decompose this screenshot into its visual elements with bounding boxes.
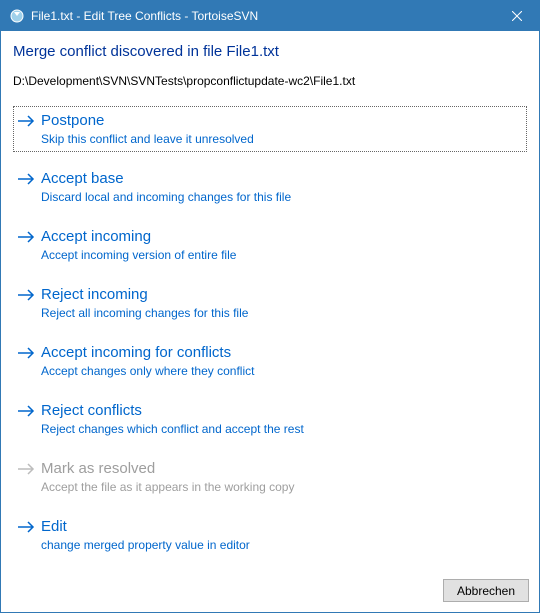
option-title: Accept incoming xyxy=(41,228,523,246)
arrow-right-icon xyxy=(17,520,37,537)
option-desc: Accept incoming version of entire file xyxy=(41,248,523,262)
window-title: File1.txt - Edit Tree Conflicts - Tortoi… xyxy=(31,9,494,23)
option-accept-base[interactable]: Accept base Discard local and incoming ch… xyxy=(13,164,527,210)
option-title: Mark as resolved xyxy=(41,460,523,478)
option-text: Postpone Skip this conflict and leave it … xyxy=(41,112,523,146)
page-heading: Merge conflict discovered in file File1.… xyxy=(13,43,527,60)
file-path: D:\Development\SVN\SVNTests\propconflict… xyxy=(13,74,527,88)
option-postpone[interactable]: Postpone Skip this conflict and leave it … xyxy=(13,106,527,152)
close-button[interactable] xyxy=(494,1,539,31)
option-text: Accept base Discard local and incoming ch… xyxy=(41,170,523,204)
option-desc: Skip this conflict and leave it unresolv… xyxy=(41,132,523,146)
option-reject-incoming[interactable]: Reject incoming Reject all incoming chang… xyxy=(13,280,527,326)
option-title: Accept incoming for conflicts xyxy=(41,344,523,362)
cancel-button[interactable]: Abbrechen xyxy=(443,579,529,602)
option-desc: Accept changes only where they conflict xyxy=(41,364,523,378)
options-list: Postpone Skip this conflict and leave it … xyxy=(13,106,527,571)
option-accept-incoming[interactable]: Accept incoming Accept incoming version o… xyxy=(13,222,527,268)
arrow-right-icon xyxy=(17,114,37,131)
option-text: Accept incoming for conflicts Accept chan… xyxy=(41,344,523,378)
option-text: Accept incoming Accept incoming version o… xyxy=(41,228,523,262)
option-text: Reject conflicts Reject changes which con… xyxy=(41,402,523,436)
option-desc: Discard local and incoming changes for t… xyxy=(41,190,523,204)
option-desc: Reject changes which conflict and accept… xyxy=(41,422,523,436)
option-title: Edit xyxy=(41,518,523,536)
arrow-right-icon xyxy=(17,230,37,247)
option-title: Reject conflicts xyxy=(41,402,523,420)
option-title: Reject incoming xyxy=(41,286,523,304)
content-area: Merge conflict discovered in file File1.… xyxy=(1,31,539,571)
option-text: Mark as resolved Accept the file as it ap… xyxy=(41,460,523,494)
option-text: Edit change merged property value in edit… xyxy=(41,518,523,552)
arrow-right-icon xyxy=(17,288,37,305)
footer: Abbrechen xyxy=(1,571,539,612)
arrow-right-icon xyxy=(17,172,37,189)
option-text: Reject incoming Reject all incoming chang… xyxy=(41,286,523,320)
app-icon xyxy=(9,8,25,24)
option-reject-conflicts[interactable]: Reject conflicts Reject changes which con… xyxy=(13,396,527,442)
arrow-right-icon xyxy=(17,462,37,479)
option-title: Postpone xyxy=(41,112,523,130)
option-accept-incoming-for-conflicts[interactable]: Accept incoming for conflicts Accept chan… xyxy=(13,338,527,384)
arrow-right-icon xyxy=(17,404,37,421)
titlebar: File1.txt - Edit Tree Conflicts - Tortoi… xyxy=(1,1,539,31)
option-mark-as-resolved: Mark as resolved Accept the file as it ap… xyxy=(13,454,527,500)
option-desc: Reject all incoming changes for this fil… xyxy=(41,306,523,320)
option-title: Accept base xyxy=(41,170,523,188)
option-desc: Accept the file as it appears in the wor… xyxy=(41,480,523,494)
arrow-right-icon xyxy=(17,346,37,363)
option-desc: change merged property value in editor xyxy=(41,538,523,552)
option-edit[interactable]: Edit change merged property value in edit… xyxy=(13,512,527,558)
